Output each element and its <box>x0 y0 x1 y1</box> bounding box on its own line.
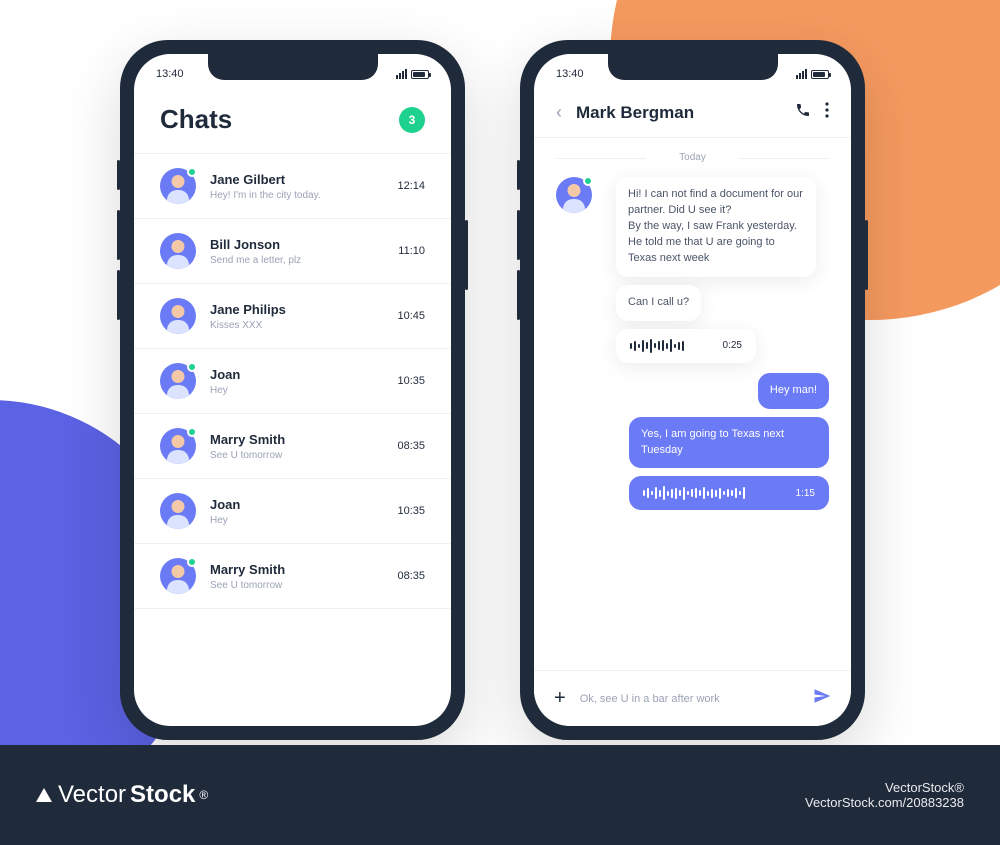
chat-preview: Hey <box>210 385 397 396</box>
online-dot <box>187 167 197 177</box>
message-row-incoming: Hi! I can not find a document for our pa… <box>556 177 829 363</box>
chat-item[interactable]: Jane Gilbert Hey! I'm in the city today.… <box>134 154 451 219</box>
online-dot <box>583 176 593 186</box>
voice-message-outgoing[interactable]: 1:15 <box>629 476 829 510</box>
chat-time: 10:35 <box>397 375 425 387</box>
phone-notch <box>608 54 778 80</box>
contact-name: Mark Bergman <box>576 103 781 123</box>
chat-preview: Hey! I'm in the city today. <box>210 190 397 201</box>
message-bubble[interactable]: Can I call u? <box>616 285 701 321</box>
phone-vol-up <box>517 210 520 260</box>
chat-preview: Kisses XXX <box>210 320 397 331</box>
chat-name: Marry Smith <box>210 562 397 577</box>
chat-preview: See U tomorrow <box>210 450 397 461</box>
chat-time: 11:10 <box>398 245 425 257</box>
chat-name: Bill Jonson <box>210 237 398 252</box>
avatar[interactable] <box>160 298 196 334</box>
phone-chats: 13:40 Chats 3 Jane Gilbert Hey! I'm in t… <box>120 40 465 740</box>
phone-power-button <box>465 220 468 290</box>
online-dot <box>187 362 197 372</box>
unread-badge[interactable]: 3 <box>399 107 425 133</box>
waveform-icon <box>630 339 713 353</box>
message-row-outgoing: Hey man! Yes, I am going to Texas next T… <box>556 373 829 511</box>
page-title: Chats <box>160 104 232 135</box>
compose-input[interactable]: Ok, see U in a bar after work <box>580 693 799 705</box>
chat-item[interactable]: Joan Hey 10:35 <box>134 479 451 544</box>
vectorstock-logo: VectorStock® <box>36 781 208 809</box>
phone-power-button <box>865 220 868 290</box>
online-dot <box>187 427 197 437</box>
message-bubble[interactable]: Yes, I am going to Texas next Tuesday <box>629 417 829 469</box>
chat-time: 12:14 <box>397 180 425 192</box>
chat-preview: Send me a letter, plz <box>210 255 398 266</box>
waveform-icon <box>643 486 786 500</box>
message-bubble[interactable]: Hey man! <box>758 373 829 409</box>
signal-icon <box>396 69 407 79</box>
back-icon[interactable]: ‹ <box>556 102 562 123</box>
chat-list: Jane Gilbert Hey! I'm in the city today.… <box>134 153 451 609</box>
chat-item[interactable]: Jane Philips Kisses XXX 10:45 <box>134 284 451 349</box>
status-time: 13:40 <box>556 68 584 80</box>
phone-mute-button <box>117 160 120 190</box>
call-icon[interactable] <box>795 102 811 123</box>
chat-item[interactable]: Marry Smith See U tomorrow 08:35 <box>134 544 451 609</box>
footer-credit: VectorStock® <box>805 780 964 795</box>
phone-conversation: 13:40 ‹ Mark Bergman Today <box>520 40 865 740</box>
footer-url: VectorStock.com/20883238 <box>805 795 964 810</box>
compose-bar: + Ok, see U in a bar after work <box>534 670 851 726</box>
logo-text-2: Stock <box>130 781 195 809</box>
attach-icon[interactable]: + <box>554 687 566 710</box>
phone-vol-down <box>517 270 520 320</box>
send-icon[interactable] <box>813 687 831 710</box>
phone-vol-up <box>117 210 120 260</box>
chat-time: 10:45 <box>397 310 425 322</box>
battery-icon <box>811 70 829 79</box>
chat-name: Jane Gilbert <box>210 172 397 187</box>
footer: VectorStock® VectorStock® VectorStock.co… <box>0 745 1000 845</box>
signal-icon <box>796 69 807 79</box>
chat-item[interactable]: Joan Hey 10:35 <box>134 349 451 414</box>
logo-arrow-icon <box>36 788 52 802</box>
chat-name: Joan <box>210 367 397 382</box>
message-bubble[interactable]: Hi! I can not find a document for our pa… <box>616 177 816 277</box>
chat-item[interactable]: Bill Jonson Send me a letter, plz 11:10 <box>134 219 451 284</box>
more-icon[interactable] <box>825 102 829 123</box>
chat-name: Joan <box>210 497 397 512</box>
phone-notch <box>208 54 378 80</box>
chat-time: 10:35 <box>397 505 425 517</box>
status-time: 13:40 <box>156 68 184 80</box>
chat-item[interactable]: Marry Smith See U tomorrow 08:35 <box>134 414 451 479</box>
chat-preview: See U tomorrow <box>210 580 397 591</box>
chat-name: Marry Smith <box>210 432 397 447</box>
chat-name: Jane Philips <box>210 302 397 317</box>
voice-duration: 0:25 <box>723 340 742 351</box>
phone-vol-down <box>117 270 120 320</box>
date-separator: Today <box>556 152 829 163</box>
voice-message-incoming[interactable]: 0:25 <box>616 329 756 363</box>
online-dot <box>187 557 197 567</box>
conversation-body: Today Hi! I can not find a document for … <box>534 138 851 658</box>
chat-time: 08:35 <box>397 440 425 452</box>
chat-time: 08:35 <box>397 570 425 582</box>
battery-icon <box>411 70 429 79</box>
logo-text-1: Vector <box>58 781 126 809</box>
chat-preview: Hey <box>210 515 397 526</box>
avatar[interactable] <box>160 233 196 269</box>
phone-mute-button <box>517 160 520 190</box>
voice-duration: 1:15 <box>796 488 815 499</box>
avatar[interactable] <box>160 493 196 529</box>
